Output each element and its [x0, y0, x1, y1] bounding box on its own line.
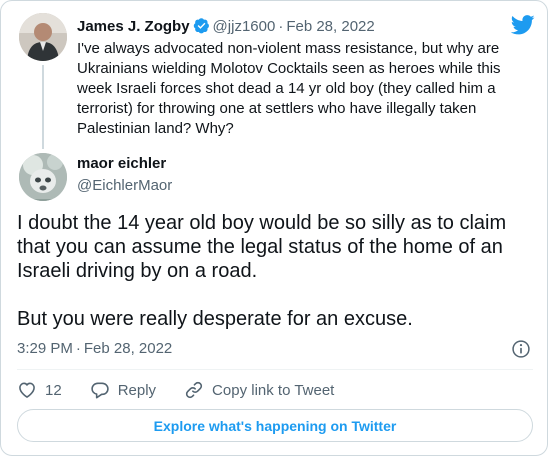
avatar-image-zogby — [19, 13, 67, 61]
embedded-tweet-card: James J. Zogby @jjz1600 · Feb 28, 2022 I've… — [0, 0, 548, 456]
avatar[interactable] — [19, 153, 67, 201]
separator-dot: · — [278, 18, 284, 35]
tweet-actions-bar: 12 Reply Copy link to Tweet — [17, 378, 334, 402]
reply-button[interactable]: Reply — [90, 380, 156, 400]
parent-date[interactable]: Feb 28, 2022 — [286, 18, 374, 35]
verified-badge-icon — [193, 18, 209, 34]
tweet-text: I doubt the 14 year old boy would be so … — [17, 211, 537, 331]
tweet-text-paragraph: I doubt the 14 year old boy would be so … — [17, 212, 507, 282]
like-count: 12 — [45, 381, 62, 399]
tweet-time: 3:29 PM — [17, 340, 73, 357]
reply-icon — [90, 382, 109, 399]
tweet-text-paragraph: But you were really desperate for an exc… — [17, 308, 413, 330]
copy-link-button[interactable]: Copy link to Tweet — [184, 380, 334, 400]
avatar-image-maor — [19, 153, 67, 201]
author-name[interactable]: maor eichler — [77, 155, 166, 173]
parent-handle[interactable]: @jjz1600 — [213, 18, 276, 35]
like-button[interactable]: 12 — [17, 380, 62, 400]
author-handle[interactable]: @EichlerMaor — [77, 177, 172, 195]
parent-tweet-header: James J. Zogby @jjz1600 · Feb 28, 2022 — [77, 17, 375, 36]
copy-link-label: Copy link to Tweet — [212, 381, 335, 399]
separator-dot: · — [75, 340, 81, 357]
twitter-bird-icon[interactable] — [511, 15, 535, 35]
info-icon[interactable] — [511, 339, 531, 359]
thread-connector-line — [42, 65, 44, 149]
divider — [17, 369, 533, 370]
avatar[interactable] — [19, 13, 67, 61]
tweet-date: Feb 28, 2022 — [83, 340, 173, 357]
explore-twitter-button[interactable]: Explore what's happening on Twitter — [17, 409, 533, 442]
tweet-timestamp[interactable]: 3:29 PM · Feb 28, 2022 — [17, 339, 172, 359]
link-icon — [185, 381, 203, 399]
parent-tweet-text: I've always advocated non-violent mass r… — [77, 40, 501, 137]
reply-label: Reply — [117, 381, 157, 399]
heart-icon — [19, 382, 35, 398]
parent-author-name[interactable]: James J. Zogby — [77, 18, 190, 35]
